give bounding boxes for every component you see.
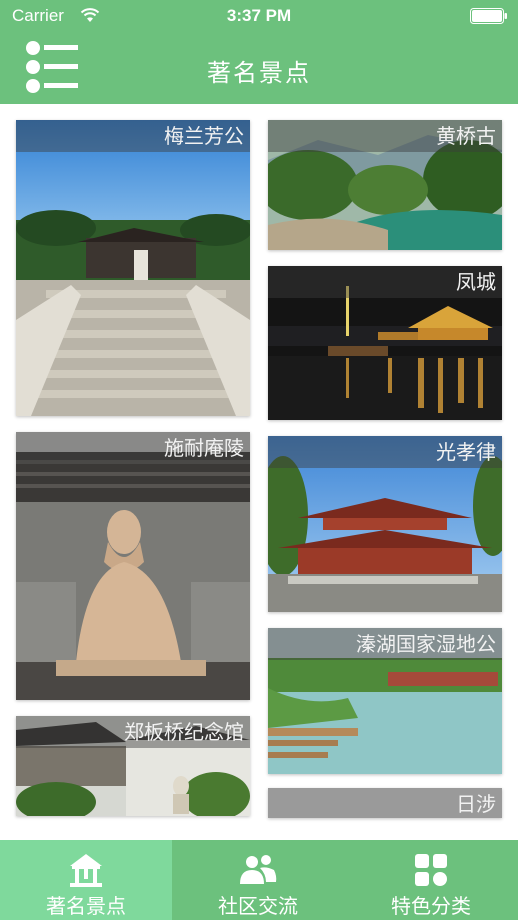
- category-grid-icon: [415, 854, 447, 886]
- tab-label: 著名景点: [46, 894, 126, 918]
- navigation-bar: 著名景点: [0, 34, 518, 104]
- page-title: 著名景点: [207, 59, 311, 87]
- pavilion-icon: [70, 854, 102, 887]
- spot-card-meilanfang[interactable]: 梅兰芳公: [16, 120, 250, 416]
- spot-name: 施耐庵陵: [16, 432, 250, 464]
- spot-card-shinaian[interactable]: 施耐庵陵: [16, 432, 250, 700]
- tab-famous-spots[interactable]: 著名景点: [0, 840, 172, 920]
- spot-card-rishe[interactable]: 日涉: [268, 788, 502, 818]
- spot-card-huangqiao[interactable]: 黄桥古: [268, 120, 502, 250]
- status-bar: Carrier 3:37 PM: [0, 0, 518, 34]
- spot-name: 郑板桥纪念馆: [16, 716, 250, 748]
- spot-name: 梅兰芳公: [16, 120, 250, 152]
- spot-card-fengcheng[interactable]: 凤城: [268, 266, 502, 420]
- tab-community[interactable]: 社区交流: [172, 840, 344, 920]
- community-icon: [240, 855, 277, 884]
- spot-name: 溱湖国家湿地公: [268, 628, 502, 660]
- tab-label: 特色分类: [391, 894, 471, 918]
- spot-name: 凤城: [268, 266, 502, 298]
- spot-photo: [16, 120, 250, 416]
- spot-name: 光孝律: [268, 436, 502, 468]
- battery-icon: [470, 8, 507, 24]
- spots-grid: 梅兰芳公 黄桥古 凤城 施耐庵陵 光孝律 溱湖国家湿地公 郑板桥纪念馆 日涉: [0, 104, 518, 840]
- spot-card-guangxiao[interactable]: 光孝律: [268, 436, 502, 612]
- spot-card-zhengbanqiao[interactable]: 郑板桥纪念馆: [16, 716, 250, 816]
- spot-name: 日涉: [268, 788, 502, 818]
- tab-categories[interactable]: 特色分类: [344, 840, 518, 920]
- spot-card-qinhu[interactable]: 溱湖国家湿地公: [268, 628, 502, 774]
- spot-photo: [16, 432, 250, 700]
- clock: 3:37 PM: [226, 6, 292, 25]
- tab-bar: 著名景点 社区交流 特色分类: [0, 840, 518, 920]
- spot-name: 黄桥古: [268, 120, 502, 152]
- tab-label: 社区交流: [218, 894, 298, 918]
